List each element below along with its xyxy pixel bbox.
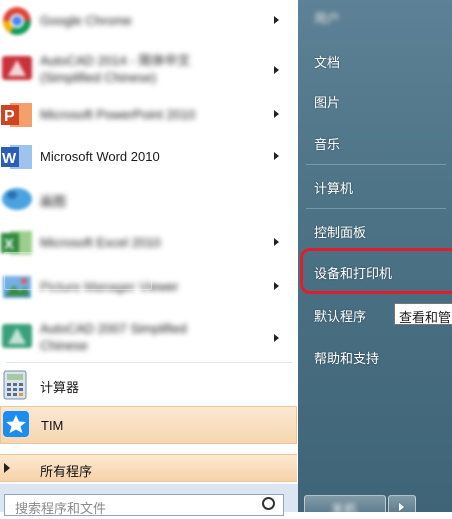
computer-link[interactable]: 计算机	[314, 178, 353, 197]
search-placeholder: 搜索程序和文件	[15, 501, 107, 516]
user-name-link[interactable]: 用户	[314, 8, 340, 27]
program-item-autocad-2014[interactable]: AutoCAD 2014 - 简体中文 (Simplified Chinese)	[0, 44, 298, 92]
program-label: TIM	[41, 418, 64, 433]
program-label: 画图	[40, 194, 67, 209]
program-label: AutoCAD 2014 - 简体中文 (Simplified Chinese)	[40, 53, 191, 85]
program-label: Microsoft Word 2010	[40, 149, 160, 164]
autocad-2007-icon	[2, 324, 32, 348]
program-item-chrome[interactable]: Google Chrome	[0, 0, 298, 42]
submenu-arrow-icon	[274, 16, 279, 24]
shutdown-options-button[interactable]	[388, 495, 416, 519]
music-link[interactable]: 音乐	[314, 134, 340, 153]
search-icon	[262, 497, 275, 510]
program-item-calculator[interactable]: 计算器	[0, 364, 298, 406]
word-icon: W	[1, 145, 32, 169]
pictures-link[interactable]: 图片	[314, 92, 340, 111]
all-programs-button[interactable]: 所有程序	[0, 454, 297, 482]
program-label: 计算器	[40, 380, 80, 395]
divider	[306, 164, 446, 165]
chrome-icon	[3, 7, 31, 35]
paint-icon	[2, 188, 32, 210]
program-item-paint[interactable]: 画图	[0, 178, 298, 220]
autocad-icon	[2, 56, 32, 80]
search-area: 搜索程序和文件	[0, 484, 298, 516]
help-support-link[interactable]: 帮助和支持	[314, 348, 379, 367]
submenu-arrow-icon	[274, 282, 279, 290]
tooltip: 查看和管	[394, 303, 452, 325]
submenu-arrow-icon	[274, 334, 279, 342]
calculator-icon	[3, 370, 27, 400]
program-label: Microsoft PowerPoint 2010	[40, 107, 196, 122]
divider	[306, 208, 446, 209]
devices-printers-highlight	[4, 252, 152, 290]
divider	[6, 362, 292, 363]
svg-text:P: P	[4, 108, 15, 125]
program-label: Microsoft Excel 2010	[40, 235, 161, 250]
highlight-ring	[300, 248, 452, 294]
program-item-word[interactable]: W Microsoft Word 2010	[0, 136, 298, 178]
arrow-right-icon	[399, 503, 404, 511]
svg-text:W: W	[2, 150, 17, 167]
submenu-arrow-icon	[274, 238, 279, 246]
shutdown-label: 关机	[331, 502, 358, 517]
default-programs-link[interactable]: 默认程序	[314, 306, 366, 325]
control-panel-link[interactable]: 控制面板	[314, 222, 366, 241]
svg-text:X: X	[4, 236, 14, 253]
program-item-autocad-2007[interactable]: AutoCAD 2007 Simplified Chinese	[0, 312, 298, 360]
powerpoint-icon: P	[1, 103, 32, 127]
tim-icon	[3, 411, 29, 437]
program-item-powerpoint[interactable]: P Microsoft PowerPoint 2010	[0, 94, 298, 136]
all-programs-label: 所有程序	[40, 464, 93, 479]
shutdown-button[interactable]: 关机	[304, 495, 386, 519]
submenu-arrow-icon	[274, 152, 279, 160]
submenu-arrow-icon	[274, 66, 279, 74]
program-label: AutoCAD 2007 Simplified Chinese	[40, 321, 187, 353]
program-item-tim[interactable]: TIM	[0, 406, 297, 444]
submenu-arrow-icon	[274, 110, 279, 118]
documents-link[interactable]: 文档	[314, 52, 340, 71]
search-input[interactable]: 搜索程序和文件	[4, 494, 284, 516]
program-label: Google Chrome	[40, 13, 132, 28]
expand-arrow-icon	[4, 463, 10, 473]
